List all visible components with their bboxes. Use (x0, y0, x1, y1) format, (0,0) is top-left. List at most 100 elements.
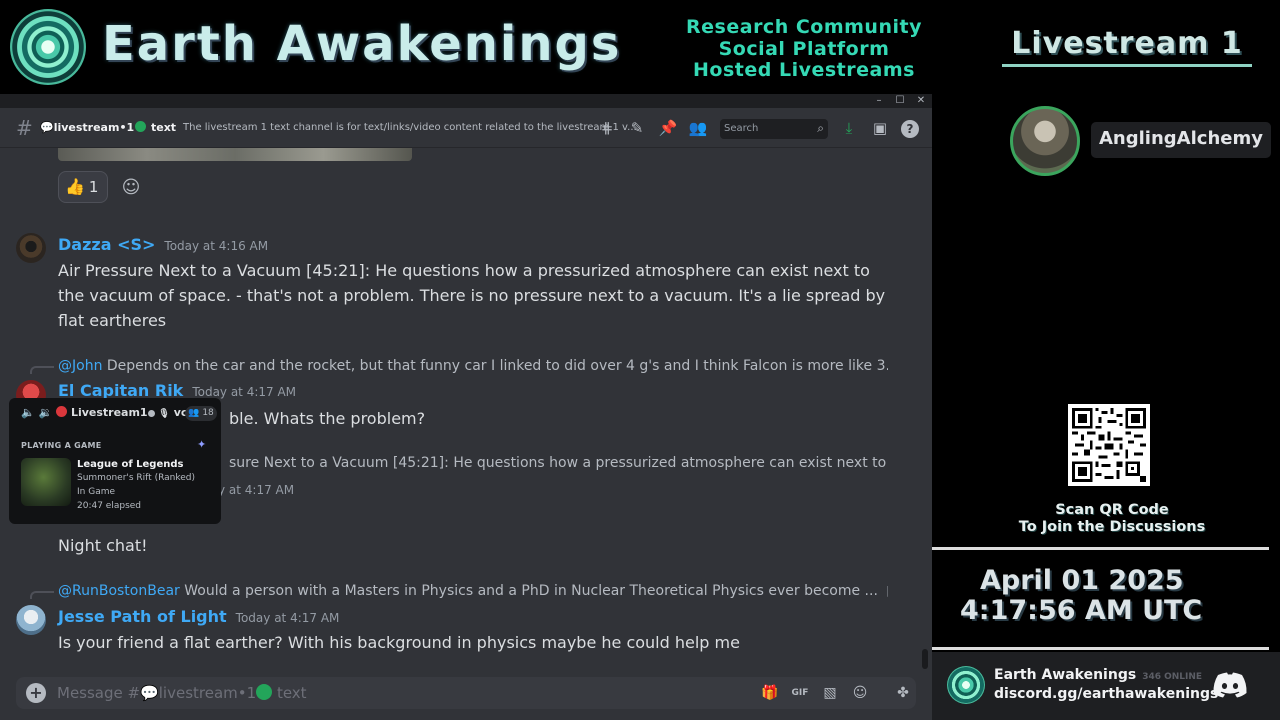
divider (932, 647, 1269, 650)
speaker-icon: 🔈 (21, 406, 35, 419)
avatar[interactable] (16, 233, 46, 263)
apps-icon[interactable]: ✤ (892, 683, 914, 703)
activity-sparkle-icon: ✦ (197, 438, 207, 451)
inbox-icon[interactable]: ▣ (870, 118, 890, 138)
author-name[interactable]: Dazza <S> (58, 235, 155, 254)
help-icon[interactable]: ? (900, 118, 920, 138)
attach-plus-icon[interactable]: + (26, 683, 46, 703)
users-icon: 👥 (188, 408, 200, 418)
server-name-text: Earth Awakenings (994, 667, 1137, 683)
minimize-button[interactable]: – (868, 94, 890, 108)
hash-icon: # (16, 116, 33, 140)
search-input[interactable]: Search ⌕ (720, 119, 828, 139)
search-icon: ⌕ (817, 121, 824, 135)
gift-icon[interactable]: 🎁 (759, 683, 781, 703)
title-bar: – ☐ ✕ (0, 94, 932, 108)
sticker-icon[interactable]: ▧ (819, 683, 841, 703)
pin-icon[interactable]: 📌 (658, 118, 678, 138)
reply-text: Depends on the car and the rocket, but t… (106, 358, 888, 374)
reply-author[interactable]: @John (58, 358, 102, 374)
embedded-image[interactable] (58, 148, 412, 161)
discord-invite-card[interactable]: Earth Awakenings 346 ONLINE discord.gg/ea… (932, 652, 1280, 720)
qr-caption: Scan QR Code To Join the Discussions (1004, 502, 1220, 536)
reply-text: Would a person with a Masters in Physics… (184, 583, 878, 599)
message-timestamp: Today at 4:17 AM (192, 385, 297, 399)
host-name: AnglingAlchemy (1091, 122, 1271, 158)
game-elapsed: 20:47 elapsed (77, 501, 142, 511)
game-title: League of Legends (77, 459, 184, 470)
green-circle-icon (135, 121, 147, 132)
reaction-count: 1 (88, 178, 99, 196)
red-circle-icon (56, 406, 68, 417)
avatar[interactable] (16, 605, 46, 635)
top-banner: Earth Awakenings Research Community Soci… (0, 0, 932, 94)
channel-name-prefix: 💬livestream•1 (40, 121, 135, 134)
reply-preview[interactable]: @John Depends on the car and the rocket,… (58, 358, 888, 374)
composer-placeholder-suffix: text (276, 684, 307, 702)
qr-caption-line: Scan QR Code (1055, 502, 1169, 518)
green-circle-icon (256, 684, 273, 700)
channel-name: 💬livestream•1 text (40, 121, 176, 134)
message-text: Is your friend a flat earther? With his … (58, 633, 740, 652)
reaction-thumbs-up[interactable]: 👍 1 (58, 171, 108, 203)
gif-icon[interactable]: GIF (789, 683, 811, 703)
voice-user-count: 👥 18 (185, 406, 217, 421)
host-avatar (1010, 106, 1080, 176)
emoji-icon[interactable]: ☺ (849, 683, 871, 703)
members-icon[interactable]: 👥 (688, 118, 708, 138)
channel-name-suffix: text (150, 121, 177, 134)
livestream-title: Livestream 1 (1011, 26, 1243, 61)
voice-channel-row: 🔈 🔉 Livestream1 🎙 vc (21, 406, 187, 419)
tagline: Social Platform (718, 37, 890, 60)
mute-icon[interactable]: ✎ (627, 118, 647, 138)
message-text: Air Pressure Next to a Vacuum [45:21]: H… (58, 261, 886, 330)
thumbs-up-icon: 👍 (65, 177, 85, 196)
message-composer[interactable]: + Message #💬livestream•1 text 🎁 GIF ▧ ☺ … (16, 677, 916, 709)
author-name[interactable]: Jesse Path of Light (58, 607, 227, 626)
maximize-button[interactable]: ☐ (889, 94, 911, 108)
composer-placeholder-prefix: Message #💬livestream•1 (57, 684, 257, 702)
online-count: 346 ONLINE (1142, 672, 1203, 682)
date-time-display: April 01 2025 4:17:56 AM UTC (960, 566, 1240, 626)
discord-logo-icon (1213, 672, 1247, 698)
game-detail: Summoner's Rift (Ranked) (77, 473, 196, 483)
reply-author[interactable]: @RunBostonBear (58, 583, 180, 599)
message-input[interactable]: Message #💬livestream•1 text (57, 684, 307, 702)
voice-channel-name: Livestream1 (70, 406, 148, 419)
reply-spine (30, 366, 54, 374)
divider (932, 547, 1269, 550)
threads-icon[interactable]: ⋕ (597, 118, 617, 138)
game-icon (21, 458, 71, 506)
reply-preview[interactable]: sure Next to a Vacuum [45:21]: He questi… (229, 455, 889, 471)
message-author[interactable]: Dazza <S> Today at 4:16 AM (58, 235, 268, 254)
title-underline (1002, 64, 1252, 67)
message-timestamp: y at 4:17 AM (218, 483, 295, 497)
discord-window: – ☐ ✕ # 💬livestream•1 text The livestrea… (0, 94, 932, 720)
reply-preview[interactable]: @RunBostonBear Would a person with a Mas… (58, 583, 888, 599)
game-state: In Game (77, 487, 116, 497)
reply-spine (30, 591, 54, 599)
time-line: 4:17:56 AM UTC (960, 595, 1203, 626)
message-timestamp: Today at 4:16 AM (164, 239, 269, 253)
stream-overlay: Earth Awakenings Research Community Soci… (0, 0, 1280, 720)
scrollbar[interactable] (922, 649, 928, 669)
invite-link[interactable]: discord.gg/earthawakenings (994, 686, 1218, 702)
channel-header: # 💬livestream•1 text The livestream 1 te… (0, 108, 932, 148)
close-button[interactable]: ✕ (910, 94, 932, 108)
download-icon[interactable]: ⤓ (839, 118, 859, 138)
message-author[interactable]: Jesse Path of Light Today at 4:17 AM (58, 607, 339, 626)
volume-icon: 🔉 (38, 406, 53, 419)
add-reaction-icon[interactable]: ☺ (118, 175, 144, 201)
message-text: Night chat! (58, 536, 148, 555)
activity-label: PLAYING A GAME (21, 441, 102, 450)
tagline: Hosted Livestreams (693, 59, 915, 81)
server-name: Earth Awakenings 346 ONLINE (994, 667, 1202, 683)
banner-taglines: Research Community Social Platform Hoste… (676, 16, 932, 82)
qr-code-graphic (1072, 408, 1146, 482)
search-placeholder: Search (724, 123, 759, 134)
mic-icon: 🎙 (158, 409, 170, 419)
banner-title: Earth Awakenings (102, 16, 622, 72)
channel-topic[interactable]: The livestream 1 text channel is for tex… (183, 122, 637, 133)
voice-count: 18 (202, 408, 214, 418)
message-text: ble. Whats the problem? (229, 409, 426, 428)
